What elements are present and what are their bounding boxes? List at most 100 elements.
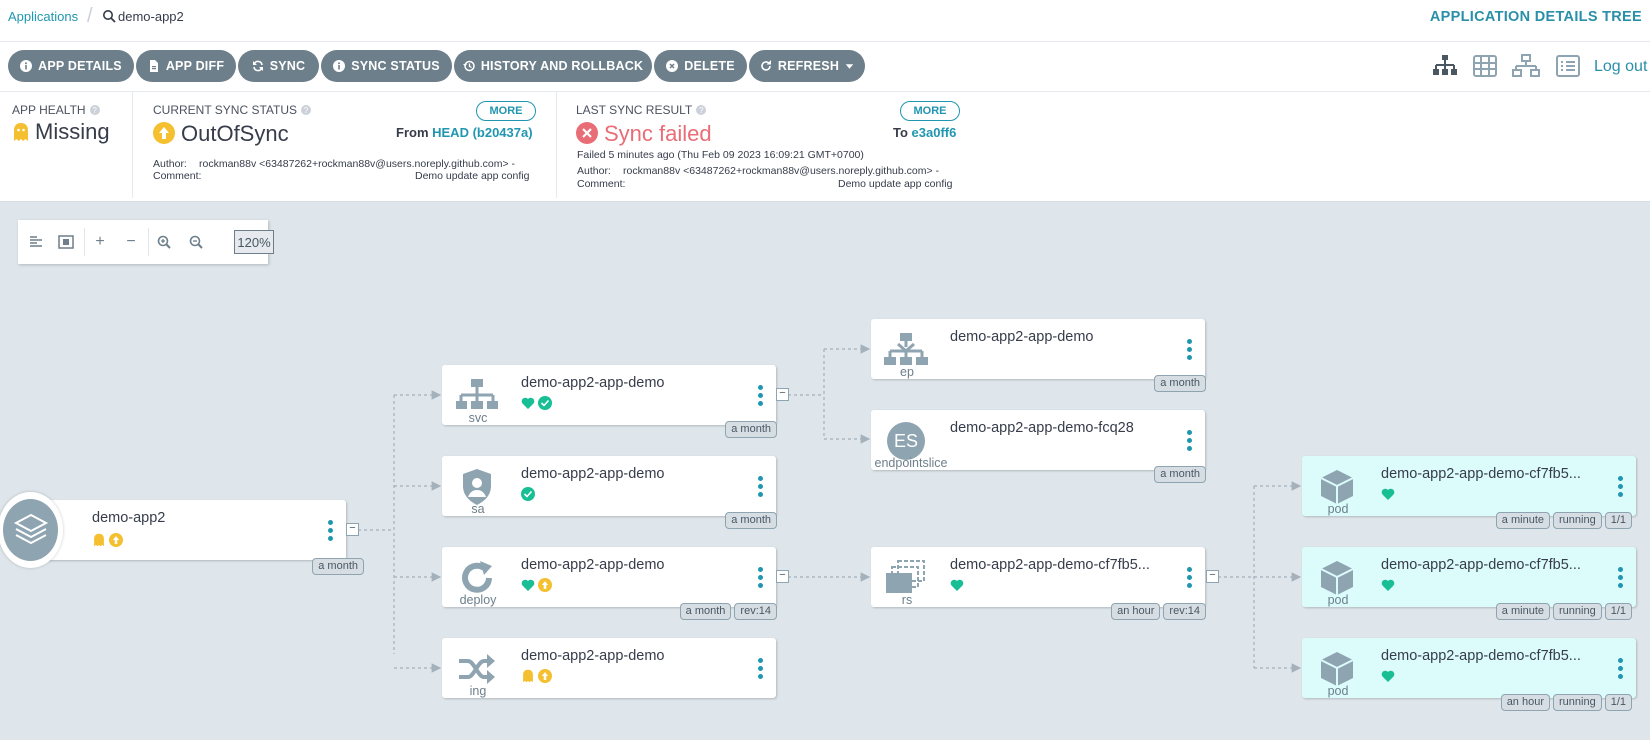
- tree-view-icon[interactable]: [1430, 52, 1460, 80]
- node-title: demo-app2-app-demo-cf7fb5...: [1381, 466, 1581, 482]
- history-rollback-button[interactable]: HISTORY AND ROLLBACK: [454, 50, 652, 82]
- network-view-icon[interactable]: [1511, 52, 1541, 80]
- logout-link[interactable]: Log out: [1594, 58, 1647, 76]
- help-icon[interactable]: ?: [301, 105, 312, 115]
- heart-icon: [521, 397, 535, 409]
- collapse-toggle[interactable]: −: [346, 523, 359, 536]
- info-icon: [20, 60, 33, 72]
- node-menu-icon[interactable]: [758, 657, 764, 679]
- heart-icon: [1381, 488, 1395, 500]
- node-menu-icon[interactable]: [758, 566, 764, 588]
- last-sync-to: To e3a0ff6: [893, 125, 957, 140]
- grid-view-icon[interactable]: [1470, 52, 1500, 80]
- sync-revision-link[interactable]: HEAD (b20437a): [432, 125, 532, 140]
- node-badges: an hour rev:14: [1111, 603, 1206, 620]
- rs-node[interactable]: rs demo-app2-app-demo-cf7fb5... an hour r…: [871, 547, 1206, 620]
- out-of-sync-icon: [538, 578, 552, 592]
- node-status: [521, 487, 535, 501]
- app-health-label: APP HEALTH?: [12, 103, 100, 117]
- app-diff-button[interactable]: APP DIFF: [136, 50, 236, 82]
- out-of-sync-icon: [538, 669, 552, 683]
- last-sync-comment: Demo update app config: [838, 178, 953, 190]
- node-badges: a minute running 1/1: [1495, 512, 1632, 529]
- node-menu-icon[interactable]: [1618, 657, 1624, 679]
- node-kind: deploy: [459, 593, 497, 607]
- node-status: [521, 396, 552, 410]
- node-title: demo-app2-app-demo-cf7fb5...: [1381, 557, 1581, 573]
- node-badges: a month: [1154, 375, 1206, 392]
- collapse-toggle[interactable]: −: [776, 388, 789, 401]
- collapse-toggle[interactable]: −: [1206, 570, 1219, 583]
- node-badges: a month: [1154, 466, 1206, 483]
- pod-node[interactable]: pod demo-app2-app-demo-cf7fb5... an hour…: [1302, 638, 1636, 711]
- node-menu-icon[interactable]: [758, 384, 764, 406]
- node-menu-icon[interactable]: [328, 519, 334, 541]
- sync-status-value: OutOfSync: [181, 121, 289, 146]
- node-menu-icon[interactable]: [1187, 429, 1193, 451]
- list-view-icon[interactable]: [1553, 52, 1583, 80]
- node-status: [1381, 669, 1395, 683]
- ep-node[interactable]: ep demo-app2-app-demo a month: [871, 319, 1206, 392]
- node-menu-icon[interactable]: [1187, 566, 1193, 588]
- node-status: [92, 533, 123, 547]
- sync-status-button[interactable]: SYNC STATUS: [321, 50, 452, 82]
- info-icon: [333, 60, 346, 72]
- delete-button[interactable]: DELETE: [654, 50, 747, 82]
- node-title: demo-app2-app-demo: [521, 375, 665, 391]
- node-menu-icon[interactable]: [1618, 566, 1624, 588]
- node-status: [521, 669, 552, 683]
- app-avatar: [0, 492, 63, 568]
- node-title: demo-app2-app-demo: [521, 648, 665, 664]
- ing-node[interactable]: ing demo-app2-app-demo: [442, 638, 776, 698]
- app-node[interactable]: demo-app2 a month: [20, 500, 364, 575]
- chevron-down-icon: [845, 63, 854, 69]
- sync-button[interactable]: SYNC: [238, 50, 319, 82]
- pod-node[interactable]: pod demo-app2-app-demo-cf7fb5... a minut…: [1302, 547, 1636, 620]
- endpointslice-node[interactable]: ES endpointslice demo-app2-app-demo-fcq2…: [871, 410, 1206, 483]
- node-kind: rs: [901, 593, 913, 607]
- sync-status-label: CURRENT SYNC STATUS?: [153, 103, 312, 117]
- last-sync-author-label: Author:: [577, 165, 611, 177]
- resource-tree-canvas[interactable]: + − 120% demo-app2 a month − svc demo-ap…: [0, 202, 1650, 740]
- node-status: [1381, 578, 1395, 592]
- file-icon: [149, 60, 158, 72]
- sa-node[interactable]: sa demo-app2-app-demo a month: [442, 456, 777, 529]
- heart-icon: [1381, 579, 1395, 591]
- out-of-sync-icon: [153, 122, 175, 144]
- collapse-toggle[interactable]: −: [776, 570, 789, 583]
- search-icon[interactable]: [102, 9, 116, 23]
- pod-node[interactable]: pod demo-app2-app-demo-cf7fb5... a minut…: [1302, 456, 1636, 529]
- deploy-node[interactable]: deploy demo-app2-app-demo a month rev:14: [442, 547, 777, 620]
- node-kind: svc: [468, 411, 488, 425]
- heart-icon: [521, 579, 535, 591]
- last-sync-revision-link[interactable]: e3a0ff6: [912, 125, 957, 140]
- divider: [556, 92, 557, 198]
- sync-status-more-button[interactable]: MORE: [476, 101, 536, 121]
- refresh-button[interactable]: REFRESH: [749, 50, 865, 82]
- last-sync-author: rockman88v <63487262+rockman88v@users.no…: [623, 165, 940, 177]
- node-kind: pod: [1327, 502, 1349, 516]
- node-badges: a month: [725, 512, 777, 529]
- node-menu-icon[interactable]: [758, 475, 764, 497]
- node-title: demo-app2-app-demo-cf7fb5...: [950, 557, 1150, 573]
- last-sync-more-button[interactable]: MORE: [900, 101, 960, 121]
- node-title: demo-app2: [92, 510, 166, 526]
- help-icon[interactable]: ?: [696, 105, 707, 115]
- svc-node[interactable]: svc demo-app2-app-demo a month: [442, 365, 777, 438]
- node-menu-icon[interactable]: [1618, 475, 1624, 497]
- help-icon[interactable]: ?: [89, 105, 100, 115]
- check-circle-icon: [538, 396, 552, 410]
- history-icon: [462, 60, 475, 72]
- node-status: [950, 578, 964, 592]
- node-badges: an hour running 1/1: [1500, 694, 1632, 711]
- app-details-button[interactable]: APP DETAILS: [8, 50, 134, 82]
- status-panel: APP HEALTH? Missing CURRENT SYNC STATUS?…: [0, 92, 1650, 202]
- node-kind: pod: [1327, 684, 1349, 698]
- ghost-missing-icon: [523, 669, 533, 683]
- node-menu-icon[interactable]: [1187, 338, 1193, 360]
- toolbar: APP DETAILS APP DIFF SYNC SYNC STATUS HI…: [0, 42, 1650, 92]
- refresh-icon: [761, 60, 771, 71]
- breadcrumb-applications[interactable]: Applications: [8, 9, 78, 24]
- divider: [132, 92, 133, 198]
- ghost-missing-icon: [14, 123, 28, 141]
